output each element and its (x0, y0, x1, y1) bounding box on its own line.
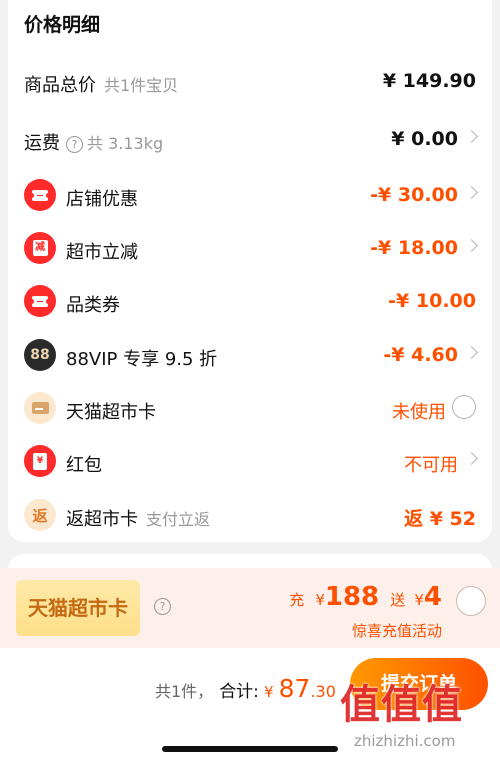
total-amount: 87 (278, 674, 311, 703)
chevron-right-icon (465, 452, 478, 465)
row-cashback-card: 返 返超市卡 支付立返 返 ¥ 52 (8, 496, 492, 536)
row-sub: 支付立返 (146, 510, 211, 529)
row-value: -¥ 10.00 (388, 290, 476, 312)
row-label: 返超市卡 (66, 509, 138, 530)
row-label: 红包 (66, 455, 102, 476)
home-indicator[interactable] (162, 746, 338, 752)
row-label: 运费 (24, 133, 60, 154)
watermark-url: zhizhizhi.com (354, 732, 456, 750)
row-label: 店铺优惠 (66, 189, 138, 210)
row-red-packet[interactable]: ¥ 红包 不可用 (8, 442, 492, 482)
row-value: 返 ¥ 52 (404, 508, 476, 530)
section-title: 价格明细 (24, 14, 101, 36)
row-value: -¥ 30.00 (370, 184, 458, 206)
recharge-radio[interactable] (456, 586, 486, 616)
row-value: -¥ 18.00 (370, 237, 458, 259)
row-sub: 共 3.13kg (87, 134, 164, 153)
row-label: 超市立减 (66, 242, 138, 263)
row-value: ¥ 149.90 (382, 70, 476, 92)
coupon-icon (24, 285, 56, 317)
row-shipping[interactable]: 运费? 共 3.13kg ¥ 0.00 (8, 120, 492, 160)
red-packet-icon: ¥ (24, 445, 56, 477)
row-value: 未使用 (392, 402, 446, 423)
chevron-right-icon (465, 186, 478, 199)
row-value: ¥ 0.00 (391, 128, 458, 150)
row-value: -¥ 4.60 (383, 344, 458, 366)
row-value: 不可用 (404, 455, 458, 476)
chevron-right-icon (465, 346, 478, 359)
promo-subtitle: 惊喜充值活动 (351, 622, 442, 640)
row-supermarket-discount[interactable]: 减 超市立减 -¥ 18.00 (8, 229, 492, 269)
cashback-icon: 返 (24, 499, 56, 531)
row-label: 天猫超市卡 (66, 402, 156, 423)
row-88vip[interactable]: 88 88VIP 专享 9.5 折 -¥ 4.60 (8, 336, 492, 376)
row-goods-total: 商品总价 共1件宝贝 ¥ 149.90 (8, 62, 492, 102)
row-sub: 共1件宝贝 (104, 76, 179, 95)
row-label: 88VIP 专享 9.5 折 (66, 349, 218, 370)
recharge-promo[interactable]: 天猫超市卡 ? 充 ¥188 送 ¥4 惊喜充值活动 (0, 568, 500, 648)
watermark-logo: 值值值 (340, 682, 463, 728)
vip-88-icon: 88 (24, 339, 56, 371)
gift-amount: 4 (423, 582, 442, 612)
chevron-right-icon (465, 130, 478, 143)
help-icon[interactable]: ? (66, 136, 83, 153)
row-store-discount[interactable]: 店铺优惠 -¥ 30.00 (8, 176, 492, 216)
tmall-card-badge: 天猫超市卡 (16, 580, 140, 636)
price-detail-card: 价格明细 商品总价 共1件宝贝 ¥ 149.90 运费? 共 3.13kg ¥ 0.… (8, 0, 492, 542)
help-icon[interactable]: ? (154, 598, 171, 615)
order-total: 共1件， 合计: ¥ 87.30 (155, 674, 336, 703)
row-label: 品类券 (66, 295, 120, 316)
coupon-icon (24, 179, 56, 211)
row-label: 商品总价 (24, 75, 96, 96)
row-tmall-card[interactable]: 天猫超市卡 未使用 (8, 389, 492, 429)
charge-amount: 188 (324, 582, 380, 612)
discount-icon: 减 (24, 232, 56, 264)
row-category-coupon: 品类券 -¥ 10.00 (8, 282, 492, 322)
tmall-card-radio[interactable] (452, 395, 476, 419)
chevron-right-icon (465, 239, 478, 252)
card-icon (24, 392, 56, 424)
item-count: 共1件， (155, 682, 214, 701)
recharge-offer: 充 ¥188 送 ¥4 (289, 582, 442, 612)
